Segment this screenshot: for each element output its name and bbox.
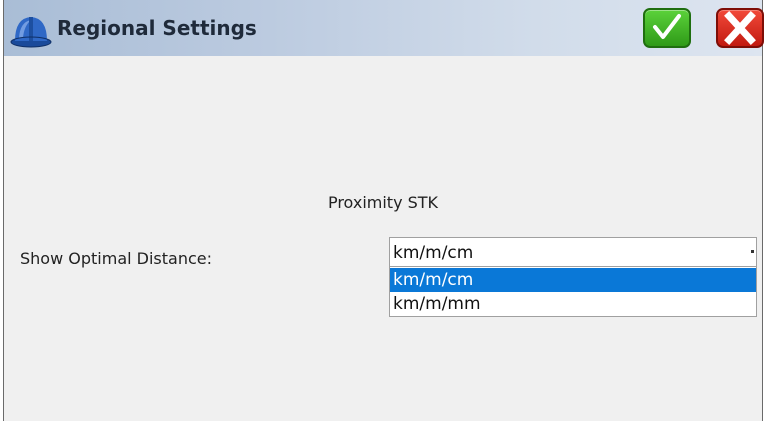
distance-units-dropdown-list: km/m/cm km/m/mm bbox=[389, 266, 757, 317]
title-bar: Regional Settings bbox=[4, 0, 764, 56]
checkmark-icon bbox=[653, 14, 681, 39]
select-value: km/m/cm bbox=[393, 243, 474, 263]
accept-button[interactable] bbox=[643, 8, 691, 48]
show-optimal-distance-label: Show Optimal Distance: bbox=[20, 249, 212, 268]
dropdown-option[interactable]: km/m/cm bbox=[390, 268, 756, 292]
settings-window: Regional Settings Proximity STK Show Opt… bbox=[3, 0, 764, 421]
dropdown-arrow-icon bbox=[751, 250, 754, 253]
section-title: Proximity STK bbox=[327, 193, 439, 212]
cancel-button[interactable] bbox=[716, 8, 764, 48]
distance-units-select[interactable]: km/m/cm bbox=[389, 237, 757, 267]
dropdown-option[interactable]: km/m/mm bbox=[390, 292, 756, 316]
hard-hat-icon bbox=[10, 17, 52, 48]
x-icon bbox=[724, 11, 756, 45]
window-title: Regional Settings bbox=[57, 16, 257, 40]
